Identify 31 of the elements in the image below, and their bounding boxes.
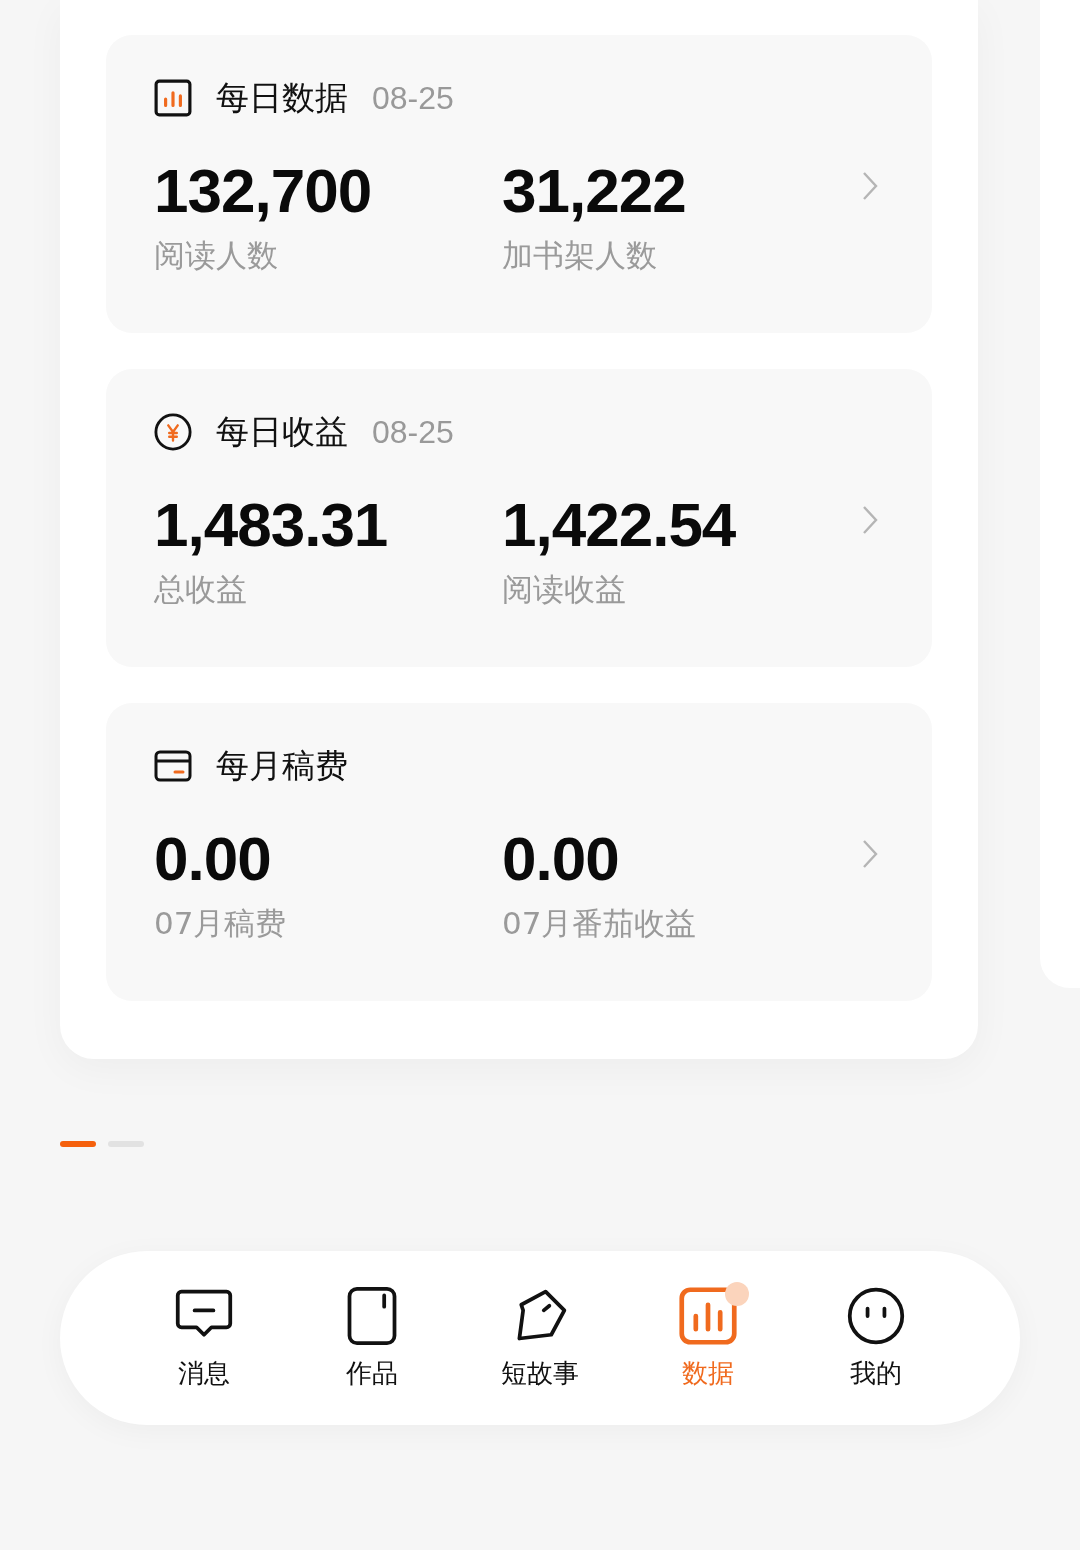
chevron-right-icon (862, 505, 878, 535)
stat-label: 加书架人数 (502, 236, 658, 275)
stat-value: 132,700 (154, 155, 373, 227)
stat-label: 07月稿费 (154, 904, 288, 943)
stat-label: 阅读收益 (502, 570, 627, 609)
tab-item[interactable]: 短故事 (485, 1285, 595, 1391)
stat-value: 1,422.54 (502, 489, 737, 561)
card-title: 每月稿费 (216, 744, 348, 787)
card-title: 每日数据 (216, 76, 348, 119)
yen-icon (154, 413, 192, 451)
stat-value: 0.00 (502, 823, 620, 895)
card-title: 每日收益 (216, 410, 348, 453)
stat-value: 31,222 (502, 155, 687, 227)
stat-label: 07月番茄收益 (502, 904, 698, 943)
chevron-right-icon (862, 839, 878, 869)
chart-icon (154, 79, 192, 117)
tab-item[interactable]: 消息 (149, 1285, 259, 1391)
tab-item[interactable]: 作品 (317, 1285, 427, 1391)
stats-card[interactable]: 每日收益 08-25 1,483.31 总收益 1,422.54 阅读收益 (106, 369, 932, 667)
chart-icon (678, 1285, 738, 1346)
stats-card[interactable]: 每日数据 08-25 132,700 阅读人数 31,222 加书架人数 (106, 35, 932, 333)
date-label: 08-25 (372, 79, 454, 117)
stat-value: 0.00 (154, 823, 272, 895)
face-icon (846, 1285, 906, 1346)
stat-label: 阅读人数 (154, 236, 279, 275)
stats-card[interactable]: 每月稿费 0.00 07月稿费 0.00 07月番茄收益 (106, 703, 932, 1001)
stat-label: 总收益 (154, 570, 248, 609)
date-label: 08-25 (372, 413, 454, 451)
stat-value: 1,483.31 (154, 489, 389, 561)
chevron-right-icon (862, 171, 878, 201)
tab-item[interactable]: 我的 (821, 1285, 931, 1391)
